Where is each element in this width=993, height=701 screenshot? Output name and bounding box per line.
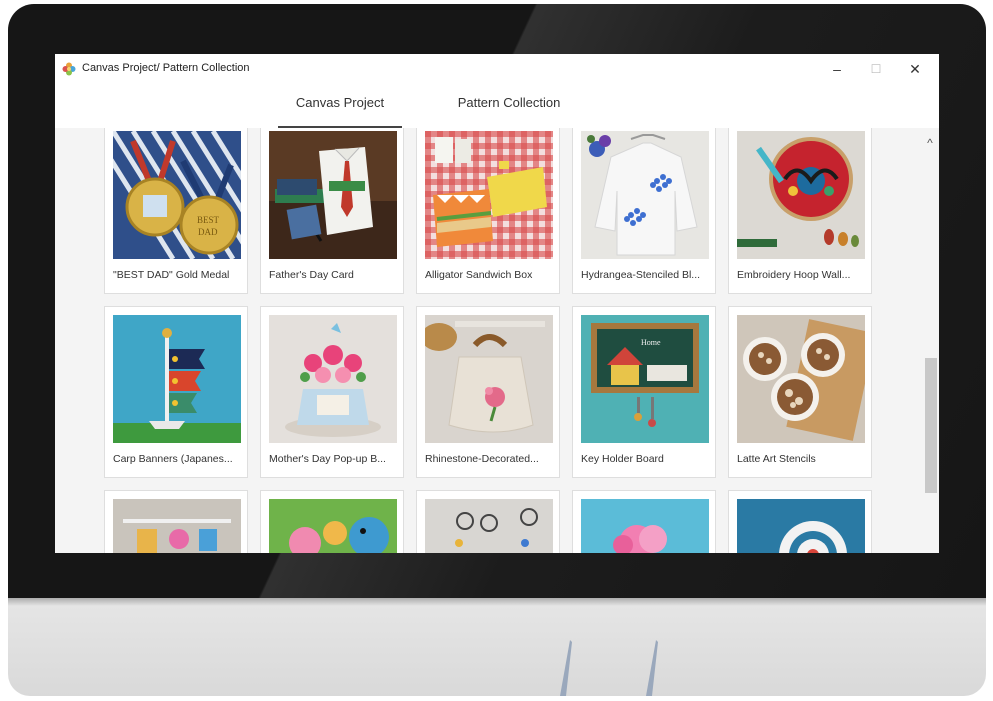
project-label: Carp Banners (Japanes... (113, 453, 233, 465)
project-label: Hydrangea-Stenciled Bl... (581, 269, 701, 281)
project-label: Key Holder Board (581, 453, 664, 465)
monitor-chin (8, 598, 986, 696)
project-thumbnail (269, 315, 397, 443)
project-card-mothers-day-popup[interactable]: Mother's Day Pop-up B... (260, 306, 404, 478)
project-thumbnail (269, 499, 397, 553)
project-label: "BEST DAD" Gold Medal (113, 269, 230, 281)
scroll-up-icon[interactable]: ^ (923, 136, 937, 150)
project-card-wire-flowers[interactable] (416, 490, 560, 553)
chin-shadow (8, 598, 986, 606)
app-window: Canvas Project/ Pattern Collection – ☐ ✕… (55, 54, 939, 553)
svg-text:Home: Home (641, 338, 661, 347)
project-thumbnail (425, 131, 553, 259)
project-card-alligator-box[interactable]: Alligator Sandwich Box (416, 128, 560, 294)
project-thumbnail (113, 499, 241, 553)
minimize-button[interactable]: – (817, 56, 857, 82)
project-label: Mother's Day Pop-up B... (269, 453, 386, 465)
project-thumbnail (425, 499, 553, 553)
project-card-pink-flower[interactable] (572, 490, 716, 553)
project-label: Father's Day Card (269, 269, 354, 281)
project-thumbnail (581, 499, 709, 553)
stand-edge-left (560, 640, 572, 696)
tab-pattern-collection[interactable]: Pattern Collection (447, 84, 571, 126)
maximize-button[interactable]: ☐ (856, 56, 896, 82)
project-card-fathers-day-card[interactable]: Father's Day Card (260, 128, 404, 294)
project-grid: BEST DAD "BEST DAD" Gold Medal Father's … (104, 128, 879, 553)
project-thumbnail (737, 315, 865, 443)
project-card-hanging-decor[interactable] (104, 490, 248, 553)
project-thumbnail (737, 131, 865, 259)
svg-text:DAD: DAD (198, 227, 218, 237)
stand-edge-right (646, 640, 658, 696)
title-bar: Canvas Project/ Pattern Collection – ☐ ✕ (55, 54, 939, 84)
svg-text:BEST: BEST (197, 215, 220, 225)
project-thumbnail (737, 499, 865, 553)
project-label: Alligator Sandwich Box (425, 269, 533, 281)
tab-canvas-project[interactable]: Canvas Project (278, 84, 402, 128)
project-label: Rhinestone-Decorated... (425, 453, 539, 465)
project-thumbnail (425, 315, 553, 443)
project-label: Latte Art Stencils (737, 453, 816, 465)
project-thumbnail: BEST DAD (113, 131, 241, 259)
project-label: Embroidery Hoop Wall... (737, 269, 851, 281)
flower-icon (62, 62, 76, 76)
project-thumbnail (113, 315, 241, 443)
project-card-hydrangea-blouse[interactable]: Hydrangea-Stenciled Bl... (572, 128, 716, 294)
project-card-bird-figures[interactable] (260, 490, 404, 553)
project-gallery: BEST DAD "BEST DAD" Gold Medal Father's … (55, 128, 939, 553)
project-card-key-holder[interactable]: Home Key Holder Board (572, 306, 716, 478)
project-thumbnail (581, 131, 709, 259)
project-thumbnail (269, 131, 397, 259)
project-card-gold-medal[interactable]: BEST DAD "BEST DAD" Gold Medal (104, 128, 248, 294)
project-card-rhinestone-bag[interactable]: Rhinestone-Decorated... (416, 306, 560, 478)
scrollbar-thumb[interactable] (925, 358, 937, 493)
tab-bar: Canvas Project Pattern Collection (55, 84, 939, 128)
project-card-embroidery-hoop[interactable]: Embroidery Hoop Wall... (728, 128, 872, 294)
window-title: Canvas Project/ Pattern Collection (82, 62, 250, 74)
project-card-carp-banners[interactable]: Carp Banners (Japanes... (104, 306, 248, 478)
project-card-lace-doily[interactable] (728, 490, 872, 553)
project-thumbnail: Home (581, 315, 709, 443)
close-button[interactable]: ✕ (895, 56, 935, 82)
project-card-latte-art[interactable]: Latte Art Stencils (728, 306, 872, 478)
